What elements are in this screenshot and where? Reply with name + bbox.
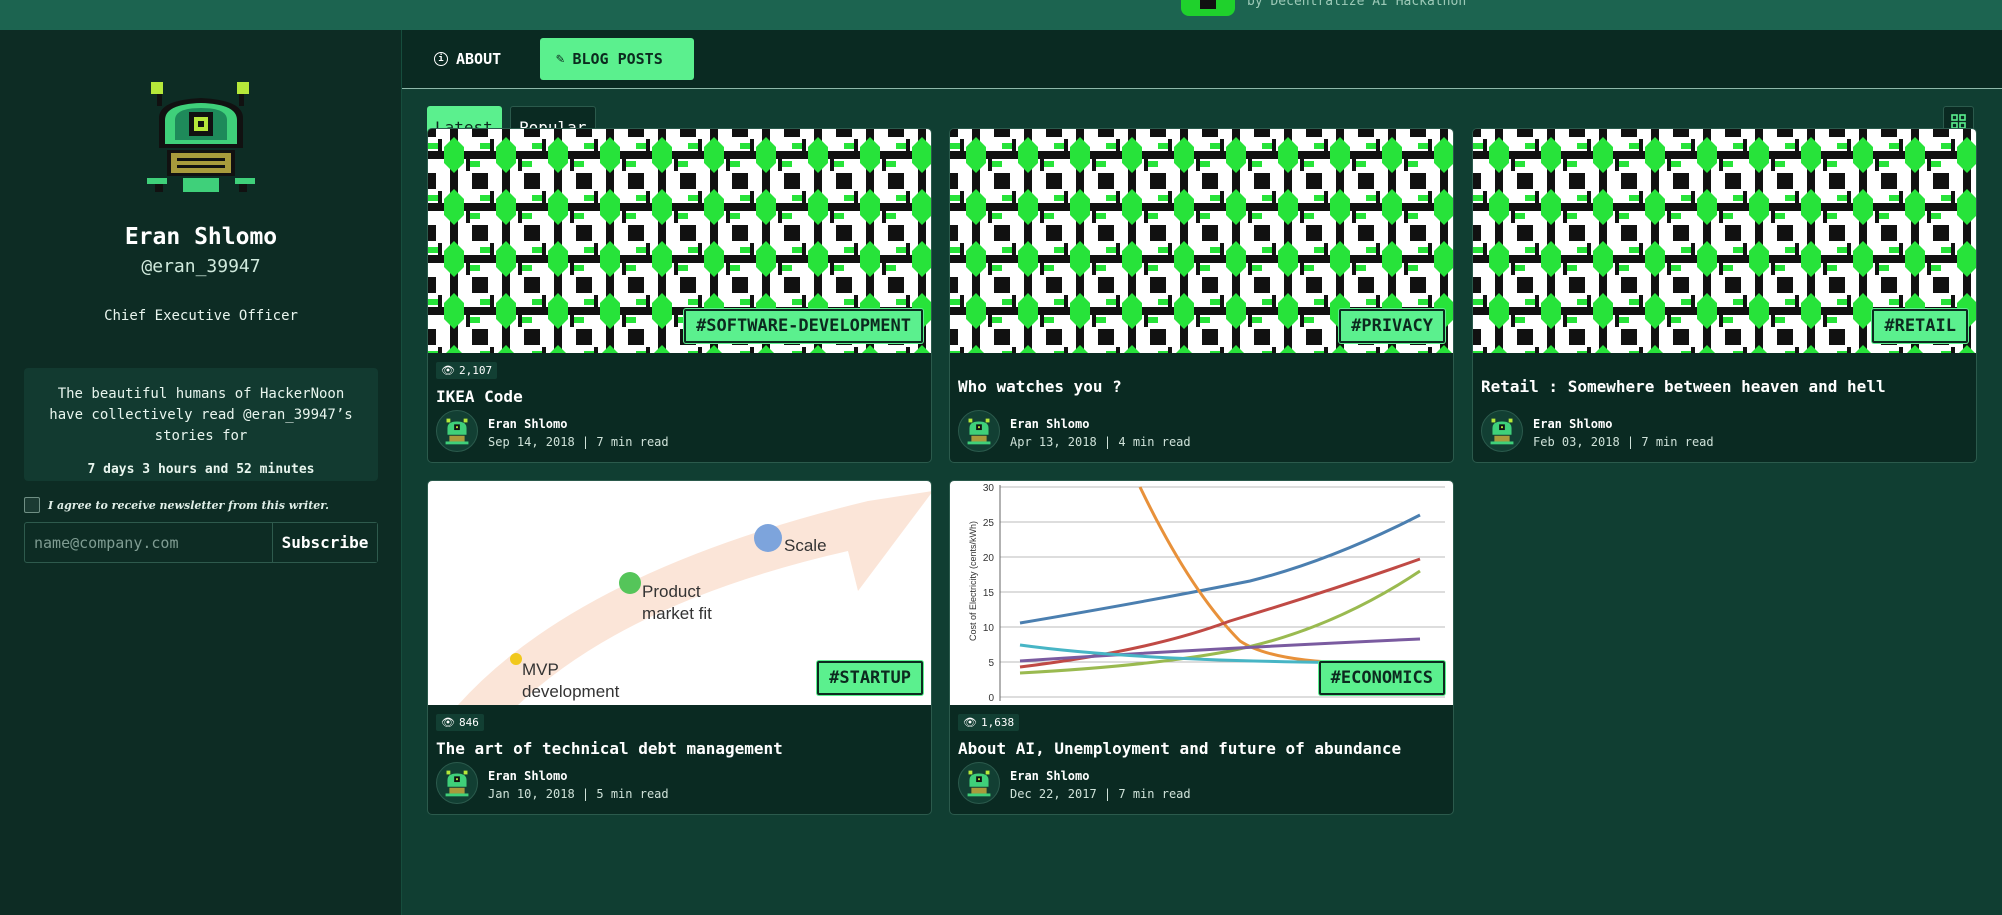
- post-card[interactable]: 30 25 20 15 10 5 0 Cost of Electricity (…: [949, 480, 1454, 815]
- robot-avatar-icon: [1490, 418, 1514, 445]
- author-mini-avatar[interactable]: [1481, 410, 1523, 452]
- post-meta: Dec 22, 2017 | 7 min read: [1010, 787, 1191, 801]
- view-count-value: 2,107: [458, 364, 493, 377]
- robot-avatar-icon: [445, 770, 469, 797]
- author-handle: @eran_39947: [141, 256, 261, 277]
- image-label: 15: [983, 588, 995, 599]
- post-title[interactable]: About AI, Unemployment and future of abu…: [958, 739, 1448, 758]
- reading-stats-duration: 7 days 3 hours and 52 minutes: [87, 462, 315, 477]
- tab-about-label: ABOUT: [456, 50, 502, 68]
- robot-avatar-icon: [967, 418, 991, 445]
- post-tag[interactable]: #ECONOMICS: [1318, 661, 1445, 695]
- newsletter-checkbox[interactable]: [24, 497, 40, 513]
- author-mini-avatar[interactable]: [958, 410, 1000, 452]
- author-avatar: [147, 82, 255, 192]
- pencil-icon: ✎: [556, 51, 565, 67]
- reading-stats-text: The beautiful humans of HackerNoon have …: [49, 386, 353, 444]
- post-author[interactable]: Eran Shlomo: [1010, 769, 1089, 783]
- view-count-value: 1,638: [980, 716, 1015, 729]
- image-label: 5: [988, 658, 994, 669]
- view-count: 👁 1,638: [958, 714, 1020, 731]
- robot-avatar-icon: [445, 418, 469, 445]
- banner-subtitle: by Decentralize AI Hackathon: [1247, 0, 1467, 9]
- author-mini-avatar[interactable]: [436, 762, 478, 804]
- view-count-value: 846: [458, 716, 479, 729]
- view-count: 👁 846: [436, 714, 484, 731]
- tab-blog-posts[interactable]: ✎ BLOG POSTS: [540, 38, 694, 80]
- eye-icon: 👁: [441, 716, 455, 729]
- image-label: Scale: [784, 536, 827, 555]
- author-name: Eran Shlomo: [124, 224, 278, 250]
- view-count: 👁 2,107: [436, 362, 498, 379]
- profile-tabs: i ABOUT ✎ BLOG POSTS: [402, 30, 2002, 89]
- post-card[interactable]: #SOFTWARE-DEVELOPMENT 👁 2,107 IKEA Code …: [427, 128, 932, 463]
- eye-icon: 👁: [963, 716, 977, 729]
- post-title[interactable]: The art of technical debt management: [436, 739, 926, 758]
- newsletter-consent-label: I agree to receive newsletter from this …: [48, 498, 329, 512]
- hackathon-logo[interactable]: [1181, 0, 1235, 16]
- image-label: MVP: [522, 660, 559, 679]
- post-tag[interactable]: #SOFTWARE-DEVELOPMENT: [684, 309, 923, 343]
- profile-sidebar: Eran Shlomo @eran_39947 Chief Executive …: [0, 30, 402, 915]
- tab-blog-posts-label: BLOG POSTS: [572, 50, 663, 68]
- subscribe-form: Subscribe: [24, 522, 378, 563]
- post-card[interactable]: #PRIVACY Who watches you ? Eran Shlomo A…: [949, 128, 1454, 463]
- author-mini-avatar[interactable]: [958, 762, 1000, 804]
- post-card[interactable]: #RETAIL Retail : Somewhere between heave…: [1472, 128, 1977, 463]
- image-label: 20: [983, 553, 995, 564]
- newsletter-consent: I agree to receive newsletter from this …: [24, 497, 329, 513]
- post-title[interactable]: Who watches you ?: [958, 377, 1448, 396]
- tab-about[interactable]: i ABOUT: [418, 38, 517, 80]
- image-label: Cost of Electricity (cents/kWh): [968, 521, 978, 641]
- main-content: i ABOUT ✎ BLOG POSTS Latest Popular #SOF…: [402, 30, 2002, 915]
- post-title[interactable]: IKEA Code: [436, 387, 926, 406]
- post-card[interactable]: Scale Product market fit MVP development…: [427, 480, 932, 815]
- image-label: Product: [642, 582, 701, 601]
- post-meta: Apr 13, 2018 | 4 min read: [1010, 435, 1191, 449]
- info-icon: i: [434, 52, 448, 66]
- post-tag[interactable]: #PRIVACY: [1339, 309, 1445, 343]
- post-meta: Jan 10, 2018 | 5 min read: [488, 787, 669, 801]
- robot-avatar-icon: [967, 770, 991, 797]
- image-label: development: [522, 682, 620, 701]
- post-tag[interactable]: #STARTUP: [817, 661, 923, 695]
- reading-stats-box: The beautiful humans of HackerNoon have …: [24, 368, 378, 481]
- post-author[interactable]: Eran Shlomo: [488, 417, 567, 431]
- post-meta: Feb 03, 2018 | 7 min read: [1533, 435, 1714, 449]
- post-author[interactable]: Eran Shlomo: [1533, 417, 1612, 431]
- subscribe-button[interactable]: Subscribe: [273, 523, 377, 562]
- post-tag[interactable]: #RETAIL: [1872, 309, 1968, 343]
- eye-icon: 👁: [441, 364, 455, 377]
- image-label: market fit: [642, 604, 712, 623]
- grid-icon: [1951, 114, 1966, 129]
- post-meta: Sep 14, 2018 | 7 min read: [488, 435, 669, 449]
- author-mini-avatar[interactable]: [436, 410, 478, 452]
- post-author[interactable]: Eran Shlomo: [1010, 417, 1089, 431]
- post-title[interactable]: Retail : Somewhere between heaven and he…: [1481, 377, 1971, 396]
- image-label: 25: [983, 518, 995, 529]
- author-job-title: Chief Executive Officer: [104, 308, 298, 324]
- post-author[interactable]: Eran Shlomo: [488, 769, 567, 783]
- image-label: 10: [983, 623, 995, 634]
- email-input[interactable]: [25, 523, 273, 562]
- image-label: 0: [988, 693, 994, 704]
- image-label: 30: [983, 483, 995, 494]
- top-banner: by Decentralize AI Hackathon: [0, 0, 2002, 30]
